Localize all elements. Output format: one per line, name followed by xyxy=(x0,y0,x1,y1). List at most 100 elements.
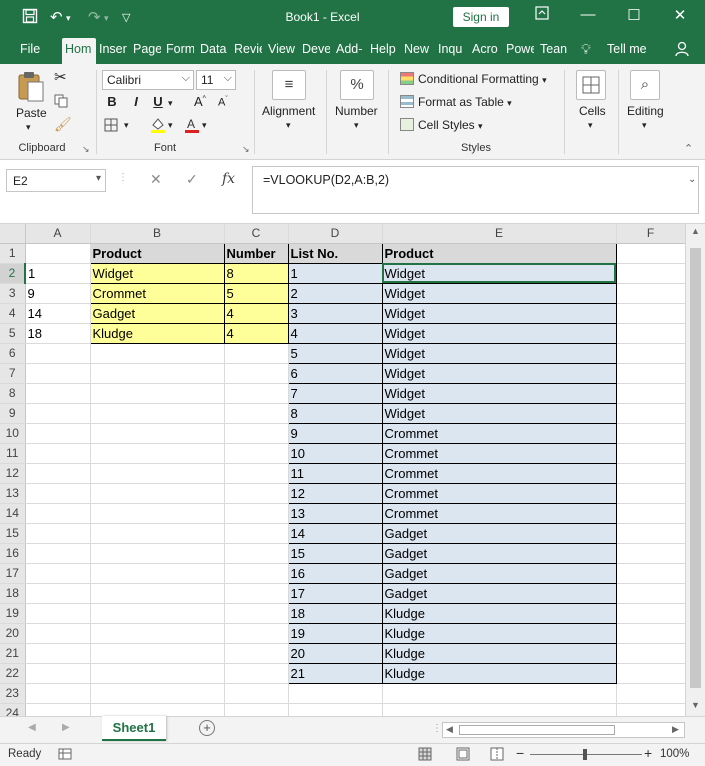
cell-e18[interactable]: Gadget xyxy=(381,582,617,604)
borders-icon[interactable] xyxy=(104,118,118,135)
cell-d13[interactable]: 12 xyxy=(287,482,383,504)
row-header[interactable]: 10 xyxy=(0,423,26,444)
cell-c5[interactable]: 4 xyxy=(223,322,289,344)
cell-styles-button[interactable]: Cell Styles ▾ xyxy=(400,118,483,132)
cell-c2[interactable]: 8 xyxy=(223,262,289,284)
cell-d5[interactable]: 4 xyxy=(287,322,383,344)
cell-c7[interactable] xyxy=(224,363,289,384)
cell-b6[interactable] xyxy=(90,343,225,364)
row-header[interactable]: 6 xyxy=(0,343,26,364)
row-header[interactable]: 3 xyxy=(0,283,26,304)
cell-e12[interactable]: Crommet xyxy=(381,462,617,484)
tab-team[interactable]: Tean xyxy=(540,42,568,56)
cell-c11[interactable] xyxy=(224,443,289,464)
column-header-e[interactable]: E xyxy=(382,224,617,244)
cell-f13[interactable] xyxy=(616,483,686,504)
worksheet-grid[interactable]: A B C D E F 1 Product Number List No. Product 2 1 Wid… xyxy=(0,224,705,716)
cell-f17[interactable] xyxy=(616,563,686,584)
fill-color-icon[interactable] xyxy=(150,116,166,137)
search-icon[interactable]: ⌕ xyxy=(630,70,660,100)
cell-a11[interactable] xyxy=(25,443,91,464)
cell-d22[interactable]: 21 xyxy=(287,662,383,684)
cell-table[interactable]: A B C D E F 1 Product Number List No. Product 2 1 Wid… xyxy=(0,224,686,716)
cell-b15[interactable] xyxy=(90,523,225,544)
add-sheet-button[interactable]: + xyxy=(199,720,215,736)
share-user-icon[interactable] xyxy=(675,40,693,61)
cell-e19[interactable]: Kludge xyxy=(381,602,617,624)
cell-f24[interactable] xyxy=(616,703,686,716)
close-button[interactable]: ✕ xyxy=(670,6,690,24)
cell-f12[interactable] xyxy=(616,463,686,484)
tab-inquire[interactable]: Inqu xyxy=(438,42,466,56)
cell-f20[interactable] xyxy=(616,623,686,644)
zoom-in-button[interactable]: + xyxy=(644,745,652,761)
normal-view-icon[interactable] xyxy=(418,747,432,764)
row-header[interactable]: 21 xyxy=(0,643,26,664)
cell-c6[interactable] xyxy=(224,343,289,364)
cell-e6[interactable]: Widget xyxy=(381,342,617,364)
row-header[interactable]: 11 xyxy=(0,443,26,464)
cell-c8[interactable] xyxy=(224,383,289,404)
name-box[interactable]: E2 ▾ xyxy=(6,169,106,192)
borders-dropdown-icon[interactable]: ▾ xyxy=(124,120,129,131)
clipboard-launcher-icon[interactable]: ↘ xyxy=(82,144,90,155)
cell-f18[interactable] xyxy=(616,583,686,604)
cell-b16[interactable] xyxy=(90,543,225,564)
cut-icon[interactable]: ✂ xyxy=(54,68,67,86)
italic-button[interactable]: I xyxy=(128,94,144,109)
cell-d16[interactable]: 15 xyxy=(287,542,383,564)
cell-c1[interactable]: Number xyxy=(223,242,289,264)
cell-a16[interactable] xyxy=(25,543,91,564)
row-header[interactable]: 7 xyxy=(0,363,26,384)
decrease-font-size-icon[interactable]: Aˇ xyxy=(218,96,228,109)
tab-page-layout[interactable]: Page xyxy=(133,42,161,56)
cell-b12[interactable] xyxy=(90,463,225,484)
row-header[interactable]: 4 xyxy=(0,303,26,324)
row-header[interactable]: 15 xyxy=(0,523,26,544)
tab-insert[interactable]: Inser xyxy=(99,42,129,56)
cell-a4[interactable]: 14 xyxy=(25,303,91,324)
cell-d17[interactable]: 16 xyxy=(287,562,383,584)
column-header-c[interactable]: C xyxy=(224,224,289,244)
number-dropdown-icon[interactable]: ▾ xyxy=(354,120,359,131)
cell-e3[interactable]: Widget xyxy=(381,282,617,304)
row-header[interactable]: 19 xyxy=(0,603,26,624)
cell-b7[interactable] xyxy=(90,363,225,384)
column-header-a[interactable]: A xyxy=(25,224,91,244)
cell-f22[interactable] xyxy=(616,663,686,684)
cell-f10[interactable] xyxy=(616,423,686,444)
cell-f7[interactable] xyxy=(616,363,686,384)
row-header[interactable]: 17 xyxy=(0,563,26,584)
tell-me-search[interactable]: Tell me xyxy=(607,42,647,56)
sign-in-button[interactable]: Sign in xyxy=(453,7,509,27)
cell-c9[interactable] xyxy=(224,403,289,424)
paste-dropdown-icon[interactable]: ▾ xyxy=(26,122,31,133)
cell-d23[interactable] xyxy=(288,683,383,704)
cell-b13[interactable] xyxy=(90,483,225,504)
cell-b2[interactable]: Widget xyxy=(89,262,225,284)
increase-font-size-icon[interactable]: A^ xyxy=(194,94,206,109)
cells-button[interactable]: Cells xyxy=(579,104,606,118)
cell-a20[interactable] xyxy=(25,623,91,644)
cell-d3[interactable]: 2 xyxy=(287,282,383,304)
cell-d21[interactable]: 20 xyxy=(287,642,383,664)
macro-recording-icon[interactable] xyxy=(58,747,72,764)
cell-b19[interactable] xyxy=(90,603,225,624)
format-as-table-button[interactable]: Format as Table ▾ xyxy=(400,95,512,109)
cell-e2[interactable]: Widget xyxy=(381,262,617,284)
tab-help[interactable]: Help xyxy=(370,42,398,56)
cell-a15[interactable] xyxy=(25,523,91,544)
zoom-level[interactable]: 100% xyxy=(660,748,689,760)
font-size-combo[interactable]: 11 ⌵ xyxy=(196,70,236,90)
cell-d8[interactable]: 7 xyxy=(287,382,383,404)
cell-e9[interactable]: Widget xyxy=(381,402,617,424)
cell-f3[interactable] xyxy=(616,283,686,304)
ribbon-display-options-icon[interactable] xyxy=(532,6,552,24)
row-header[interactable]: 9 xyxy=(0,403,26,424)
column-header-b[interactable]: B xyxy=(90,224,225,244)
cell-b11[interactable] xyxy=(90,443,225,464)
cell-c3[interactable]: 5 xyxy=(223,282,289,304)
cell-e15[interactable]: Gadget xyxy=(381,522,617,544)
cell-c22[interactable] xyxy=(224,663,289,684)
cell-b10[interactable] xyxy=(90,423,225,444)
